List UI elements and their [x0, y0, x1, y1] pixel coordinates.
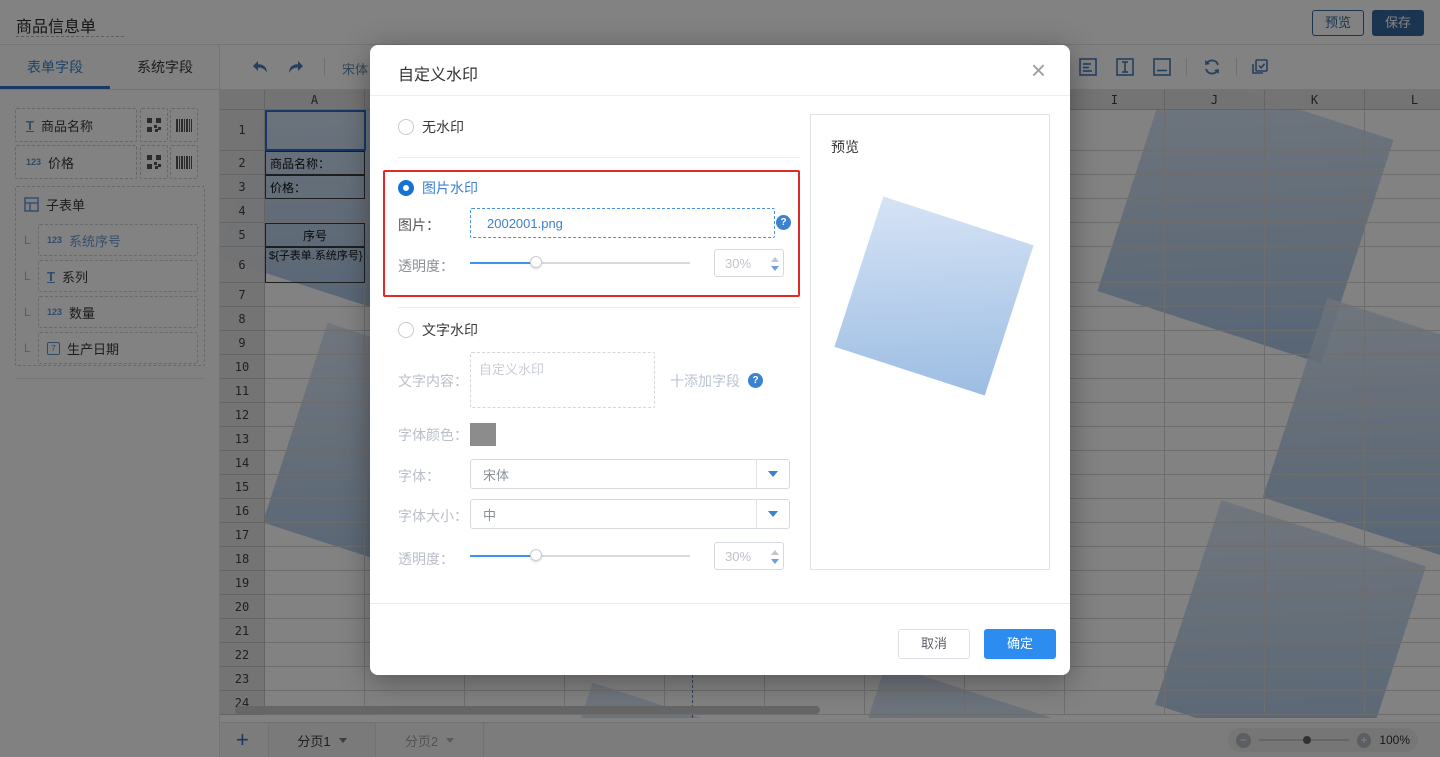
add-field-link[interactable]: 十添加字段 — [670, 371, 740, 391]
font-size-label: 字体大小： — [398, 506, 468, 526]
font-color-swatch[interactable] — [470, 423, 496, 446]
opacity-value-input[interactable]: 30% — [714, 249, 784, 277]
font-size-value: 中 — [483, 505, 496, 524]
spinner-down-icon[interactable] — [771, 559, 779, 564]
select-arrow — [756, 460, 789, 488]
radio-icon — [398, 119, 414, 135]
custom-watermark-dialog: 自定义水印 × 无水印 图片水印 图片： 2002001.png ? 透明度： … — [370, 45, 1070, 675]
radio-text-watermark[interactable]: 文字水印 — [398, 320, 478, 340]
text-opacity-slider[interactable] — [470, 555, 690, 557]
confirm-button[interactable]: 确定 — [984, 629, 1056, 659]
radio-no-watermark[interactable]: 无水印 — [398, 117, 464, 137]
select-arrow — [756, 500, 789, 528]
app-window: 商品信息单 预览 保存 表单字段 系统字段 T 商品名称 123 价格 — [0, 0, 1440, 757]
slider-handle[interactable] — [530, 256, 542, 268]
slider-handle[interactable] — [530, 549, 542, 561]
help-icon[interactable]: ? — [776, 215, 791, 230]
opacity-label: 透明度： — [398, 256, 454, 276]
spinner-up-icon[interactable] — [771, 550, 779, 555]
radio-label: 文字水印 — [422, 320, 478, 340]
image-file-input[interactable]: 2002001.png — [470, 208, 775, 238]
image-label: 图片： — [398, 215, 440, 235]
radio-icon-selected — [398, 180, 414, 196]
cancel-button[interactable]: 取消 — [898, 629, 970, 659]
font-size-select[interactable]: 中 — [470, 499, 790, 529]
section-divider — [398, 157, 800, 158]
close-icon[interactable]: × — [1031, 55, 1046, 86]
chevron-down-icon — [768, 471, 778, 477]
slider-fill — [470, 262, 536, 264]
opacity-value: 30% — [725, 256, 751, 271]
opacity-slider[interactable] — [470, 262, 690, 264]
font-family-value: 宋体 — [483, 465, 509, 484]
help-icon[interactable]: ? — [748, 373, 763, 388]
radio-label: 图片水印 — [422, 178, 478, 198]
text-opacity-label: 透明度： — [398, 549, 454, 569]
spinner-down-icon[interactable] — [771, 266, 779, 271]
slider-fill — [470, 555, 536, 557]
footer-divider — [370, 603, 1070, 604]
spinner-up-icon[interactable] — [771, 257, 779, 262]
radio-label: 无水印 — [422, 117, 464, 137]
preview-label: 预览 — [831, 137, 859, 157]
watermark-preview-panel: 预览 — [810, 114, 1050, 570]
spinner — [771, 250, 779, 278]
watermark-preview-image — [834, 196, 1033, 395]
font-label: 字体： — [398, 466, 440, 486]
font-family-select[interactable]: 宋体 — [470, 459, 790, 489]
font-color-label: 字体颜色： — [398, 425, 468, 445]
dialog-header-divider — [370, 95, 1070, 96]
opacity-value: 30% — [725, 549, 751, 564]
radio-image-watermark[interactable]: 图片水印 — [398, 178, 478, 198]
spinner — [771, 543, 779, 571]
text-opacity-value-input[interactable]: 30% — [714, 542, 784, 570]
dialog-title: 自定义水印 — [398, 61, 478, 85]
radio-icon — [398, 322, 414, 338]
chevron-down-icon — [768, 511, 778, 517]
text-content-textarea[interactable]: 自定义水印 — [470, 352, 655, 408]
text-content-label: 文字内容： — [398, 371, 468, 391]
section-divider — [398, 307, 800, 308]
